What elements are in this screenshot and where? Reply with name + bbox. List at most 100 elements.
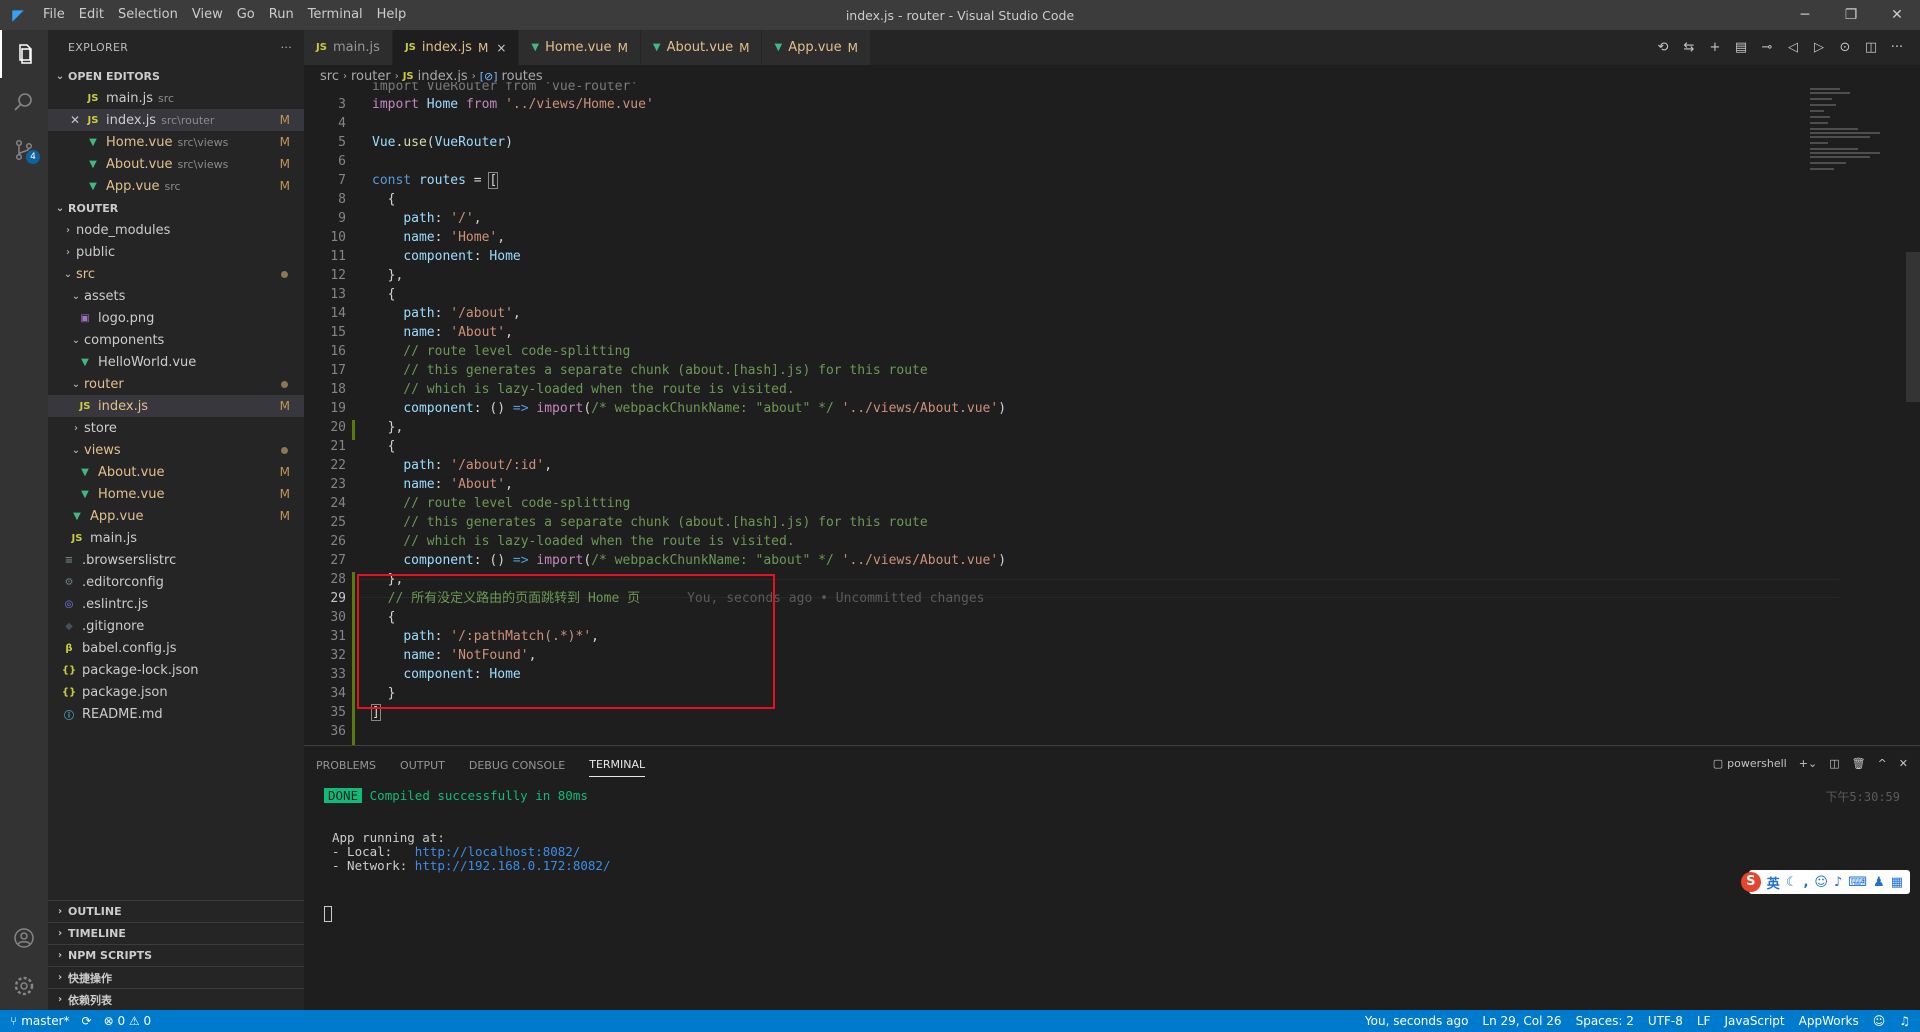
npm-scripts-section[interactable]: › NPM SCRIPTS: [48, 944, 304, 966]
tree-file[interactable]: ▼ About.vue M: [48, 461, 304, 483]
language-mode[interactable]: JavaScript: [1724, 1014, 1784, 1028]
menu-view[interactable]: View: [185, 0, 230, 30]
tab-app-vue[interactable]: ▼ App.vue M: [762, 30, 872, 65]
microphone-icon[interactable]: ♪: [1834, 875, 1842, 890]
tree-file[interactable]: ≡ .browserslistrc: [48, 549, 304, 571]
problems-count[interactable]: ⊗ 0 ⚠ 0: [104, 1014, 152, 1028]
close-tab-icon[interactable]: ×: [496, 41, 506, 55]
open-editors-header[interactable]: ⌄ OPEN EDITORS: [48, 65, 304, 87]
maximize-panel-icon[interactable]: ^: [1878, 757, 1887, 770]
tab-index-js[interactable]: JS index.js M ×: [392, 30, 520, 65]
history-icon[interactable]: ⟲: [1650, 40, 1676, 55]
menu-help[interactable]: Help: [370, 0, 414, 30]
terminal-shell-select[interactable]: powershell: [1727, 757, 1787, 770]
tree-file[interactable]: JS index.js M: [48, 395, 304, 417]
encoding[interactable]: UTF-8: [1648, 1014, 1683, 1028]
punctuation-icon[interactable]: ,: [1803, 875, 1808, 890]
network-url-link[interactable]: http://192.168.0.172:8082/: [415, 858, 611, 873]
tree-file[interactable]: β babel.config.js: [48, 637, 304, 659]
tree-file[interactable]: {} package.json: [48, 681, 304, 703]
close-icon[interactable]: ✕: [70, 113, 84, 127]
notifications-bell-icon[interactable]: ♫: [1899, 1014, 1910, 1028]
tree-file[interactable]: ▼ HelloWorld.vue: [48, 351, 304, 373]
quick-actions-section[interactable]: › 快捷操作: [48, 966, 304, 988]
tree-folder[interactable]: ⌄ views: [48, 439, 304, 461]
tab-main-js[interactable]: JS main.js: [304, 30, 393, 65]
close-panel-icon[interactable]: ✕: [1899, 757, 1908, 770]
open-changes-icon[interactable]: ⊙: [1832, 40, 1858, 55]
plus-icon[interactable]: +: [1702, 40, 1728, 55]
line-ending[interactable]: LF: [1697, 1014, 1711, 1028]
vertical-scrollbar[interactable]: [1906, 252, 1920, 402]
minimize-icon[interactable]: ─: [1782, 0, 1828, 30]
open-editor-item[interactable]: ▼ App.vue src M: [48, 175, 304, 197]
tree-file[interactable]: JS main.js: [48, 527, 304, 549]
trash-icon[interactable]: 🗑: [1852, 757, 1866, 770]
settings-gear-icon[interactable]: [0, 962, 48, 1010]
tree-file[interactable]: ⚙ .editorconfig: [48, 571, 304, 593]
dependencies-section[interactable]: › 依赖列表: [48, 988, 304, 1010]
moon-icon[interactable]: ☾: [1786, 875, 1798, 890]
tree-file[interactable]: ▼ App.vue M: [48, 505, 304, 527]
keyboard-icon[interactable]: ⌨: [1848, 875, 1867, 890]
tree-folder[interactable]: › public: [48, 241, 304, 263]
ime-toolbar[interactable]: S 英 ☾ , ☺ ♪ ⌨ ♟ ▦: [1740, 870, 1910, 894]
previous-change-icon[interactable]: ◁: [1780, 40, 1806, 55]
tree-file[interactable]: ▼ Home.vue M: [48, 483, 304, 505]
tree-folder[interactable]: ⌄ assets: [48, 285, 304, 307]
tab-home-vue[interactable]: ▼ Home.vue M: [519, 30, 641, 65]
menu-terminal[interactable]: Terminal: [301, 0, 370, 30]
tab-debug-console[interactable]: DEBUG CONSOLE: [469, 751, 565, 777]
tab-terminal[interactable]: TERMINAL: [589, 750, 646, 777]
menu-go[interactable]: Go: [230, 0, 262, 30]
tree-file[interactable]: ⓘ README.md: [48, 703, 304, 725]
user-icon[interactable]: ♟: [1873, 875, 1885, 890]
open-editor-item[interactable]: ✕ JS index.js src\router M: [48, 109, 304, 131]
tree-folder[interactable]: › store: [48, 417, 304, 439]
git-commit-icon[interactable]: ⊸: [1754, 40, 1780, 55]
sync-icon[interactable]: ⟳: [82, 1014, 92, 1028]
more-actions-icon[interactable]: ···: [281, 41, 292, 54]
menu-run[interactable]: Run: [262, 0, 301, 30]
menu-file[interactable]: File: [36, 0, 72, 30]
tab-output[interactable]: OUTPUT: [400, 751, 445, 777]
tree-folder[interactable]: ⌄ router: [48, 373, 304, 395]
open-editor-item[interactable]: ▼ About.vue src\views M: [48, 153, 304, 175]
book-icon[interactable]: ▤: [1728, 40, 1754, 55]
restore-icon[interactable]: ❐: [1828, 0, 1874, 30]
emoji-icon[interactable]: ☺: [1814, 875, 1828, 890]
tab-about-vue[interactable]: ▼ About.vue M: [640, 30, 763, 65]
tree-folder[interactable]: ⌄ components: [48, 329, 304, 351]
explorer-icon[interactable]: [0, 30, 48, 78]
tree-file[interactable]: ◆ .gitignore: [48, 615, 304, 637]
router-folder-header[interactable]: ⌄ ROUTER: [48, 197, 304, 219]
timeline-section[interactable]: › TIMELINE: [48, 922, 304, 944]
appworks-status[interactable]: AppWorks: [1799, 1014, 1859, 1028]
search-icon[interactable]: [0, 78, 48, 126]
tree-folder[interactable]: ⌄ src: [48, 263, 304, 285]
menu-selection[interactable]: Selection: [111, 0, 185, 30]
grid-icon[interactable]: ▦: [1891, 875, 1903, 890]
tree-file[interactable]: {} package-lock.json: [48, 659, 304, 681]
git-blame-status[interactable]: You, seconds ago: [1365, 1014, 1469, 1028]
open-editor-item[interactable]: JS main.js src: [48, 87, 304, 109]
next-change-icon[interactable]: ▷: [1806, 40, 1832, 55]
feedback-icon[interactable]: ☺: [1873, 1014, 1886, 1028]
new-terminal-icon[interactable]: +⌄: [1799, 757, 1817, 770]
menu-edit[interactable]: Edit: [72, 0, 111, 30]
compare-changes-icon[interactable]: ⇆: [1676, 40, 1702, 55]
split-terminal-icon[interactable]: ◫: [1829, 757, 1839, 770]
tree-file[interactable]: ▣ logo.png: [48, 307, 304, 329]
more-actions-icon[interactable]: ···: [1884, 40, 1910, 55]
tree-folder[interactable]: › node_modules: [48, 219, 304, 241]
split-editor-icon[interactable]: ◫: [1858, 40, 1884, 55]
tree-file[interactable]: ◎ .eslintrc.js: [48, 593, 304, 615]
source-control-icon[interactable]: 4: [0, 126, 48, 174]
indentation[interactable]: Spaces: 2: [1576, 1014, 1634, 1028]
tab-problems[interactable]: PROBLEMS: [316, 751, 376, 777]
ime-language[interactable]: 英: [1767, 873, 1780, 892]
account-icon[interactable]: [0, 914, 48, 962]
open-editor-item[interactable]: ▼ Home.vue src\views M: [48, 131, 304, 153]
outline-section[interactable]: › OUTLINE: [48, 900, 304, 922]
cursor-position[interactable]: Ln 29, Col 26: [1482, 1014, 1561, 1028]
